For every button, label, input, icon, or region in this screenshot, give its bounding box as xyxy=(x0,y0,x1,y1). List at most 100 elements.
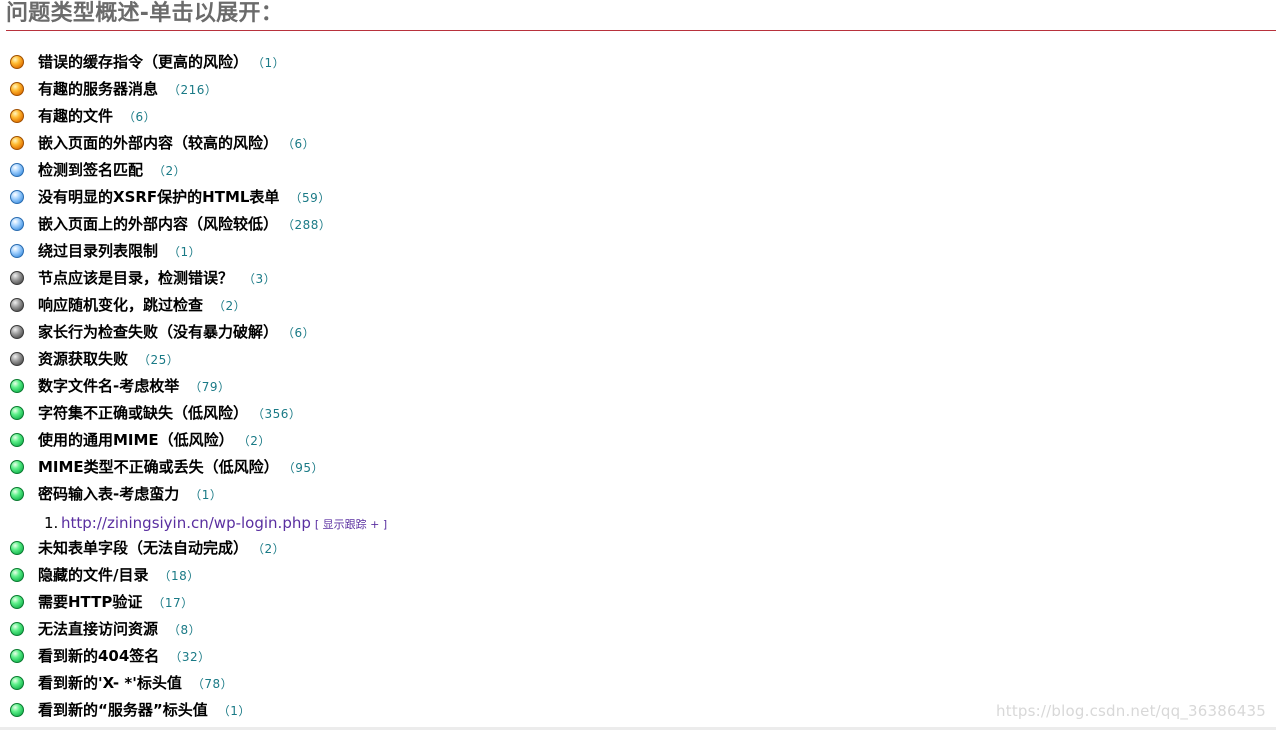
issue-row[interactable]: 错误的缓存指令（更高的风险） （1） xyxy=(0,50,1276,77)
issue-count: （25） xyxy=(138,353,180,367)
issue-count: （2） xyxy=(243,434,271,448)
issue-label[interactable]: 嵌入页面的外部内容（较高的风险） （6） xyxy=(38,133,315,154)
issue-row[interactable]: 数字文件名-考虑枚举 （79） xyxy=(0,374,1276,401)
issue-label[interactable]: 看到新的“服务器”标头值 （1） xyxy=(38,700,251,721)
issue-label[interactable]: 有趣的文件 （6） xyxy=(38,106,156,127)
severity-dot-icon xyxy=(10,163,24,177)
issue-label[interactable]: 响应随机变化，跳过检查 （2） xyxy=(38,295,246,316)
issue-count: （1） xyxy=(189,488,223,502)
issue-label[interactable]: 没有明显的XSRF保护的HTML表单 （59） xyxy=(38,187,331,208)
issue-row[interactable]: 响应随机变化，跳过检查 （2） xyxy=(0,293,1276,320)
issue-row[interactable]: 隐藏的文件/目录 （18） xyxy=(0,563,1276,590)
issue-label[interactable]: 字符集不正确或缺失（低风险） （356） xyxy=(38,403,301,424)
issue-count: （288） xyxy=(288,218,332,232)
issue-count: （95） xyxy=(288,461,324,475)
expanded-issue-detail: 1. http://ziningsiyin.cn/wp-login.php[ 显… xyxy=(0,509,1276,536)
severity-dot-icon xyxy=(10,82,24,96)
issue-label[interactable]: 检测到签名匹配 （2） xyxy=(38,160,186,181)
issue-label[interactable]: 看到新的404签名 （32） xyxy=(38,646,211,667)
issue-row[interactable]: 无法直接访问资源 （8） xyxy=(0,617,1276,644)
issue-label[interactable]: MIME类型不正确或丢失（低风险） （95） xyxy=(38,457,324,478)
section-header: 问题类型概述-单击以展开： xyxy=(6,0,1276,31)
issue-row[interactable]: 资源获取失败 （25） xyxy=(0,347,1276,374)
issue-row[interactable]: 嵌入页面的外部内容（较高的风险） （6） xyxy=(0,131,1276,158)
severity-dot-icon xyxy=(10,676,24,690)
issue-count: （216） xyxy=(168,83,218,97)
severity-dot-icon xyxy=(10,109,24,123)
issue-row[interactable]: 检测到签名匹配 （2） xyxy=(0,158,1276,185)
issue-count: （6） xyxy=(288,137,316,151)
issue-count: （356） xyxy=(258,407,302,421)
severity-dot-icon xyxy=(10,541,24,555)
issue-row[interactable]: MIME类型不正确或丢失（低风险） （95） xyxy=(0,455,1276,482)
severity-dot-icon xyxy=(10,460,24,474)
issue-count: （1） xyxy=(217,704,251,718)
issue-row[interactable]: 家长行为检查失败（没有暴力破解） （6） xyxy=(0,320,1276,347)
issue-count: （2） xyxy=(153,164,187,178)
severity-dot-icon xyxy=(10,136,24,150)
issue-row[interactable]: 嵌入页面上的外部内容（风险较低） （288） xyxy=(0,212,1276,239)
issue-count: （17） xyxy=(152,596,194,610)
issue-count: （79） xyxy=(189,380,231,394)
issue-row[interactable]: 需要HTTP验证 （17） xyxy=(0,590,1276,617)
issue-row[interactable]: 节点应该是目录，检测错误？ （3） xyxy=(0,266,1276,293)
issue-count: （8） xyxy=(168,623,202,637)
severity-dot-icon xyxy=(10,595,24,609)
issue-count: （2） xyxy=(258,542,286,556)
issue-label[interactable]: 家长行为检查失败（没有暴力破解） （6） xyxy=(38,322,315,343)
severity-dot-icon xyxy=(10,244,24,258)
severity-dot-icon xyxy=(10,325,24,339)
issue-label[interactable]: 需要HTTP验证 （17） xyxy=(38,592,194,613)
issue-row[interactable]: 未知表单字段（无法自动完成） （2） xyxy=(0,536,1276,563)
severity-dot-icon xyxy=(10,55,24,69)
watermark-text: https://blog.csdn.net/qq_36386435 xyxy=(996,702,1266,720)
issue-label[interactable]: 未知表单字段（无法自动完成） （2） xyxy=(38,538,285,559)
issue-count: （3） xyxy=(243,272,277,286)
detail-url-link[interactable]: http://ziningsiyin.cn/wp-login.php[ 显示跟踪… xyxy=(61,513,387,535)
severity-dot-icon xyxy=(10,217,24,231)
issue-label[interactable]: 密码输入表-考虑蛮力 （1） xyxy=(38,484,222,505)
issue-row[interactable]: 看到新的404签名 （32） xyxy=(0,644,1276,671)
severity-dot-icon xyxy=(10,622,24,636)
issue-label[interactable]: 有趣的服务器消息 （216） xyxy=(38,79,217,100)
severity-dot-icon xyxy=(10,352,24,366)
severity-dot-icon xyxy=(10,568,24,582)
issue-label[interactable]: 资源获取失败 （25） xyxy=(38,349,179,370)
severity-dot-icon xyxy=(10,487,24,501)
issue-row[interactable]: 绕过目录列表限制 （1） xyxy=(0,239,1276,266)
page-title: 问题类型概述-单击以展开： xyxy=(6,1,284,26)
severity-dot-icon xyxy=(10,433,24,447)
issue-count: （1） xyxy=(168,245,202,259)
severity-dot-icon xyxy=(10,271,24,285)
issue-row[interactable]: 密码输入表-考虑蛮力 （1） xyxy=(0,482,1276,509)
issue-label[interactable]: 节点应该是目录，检测错误？ （3） xyxy=(38,268,276,289)
issue-label[interactable]: 无法直接访问资源 （8） xyxy=(38,619,201,640)
issue-label[interactable]: 绕过目录列表限制 （1） xyxy=(38,241,201,262)
issue-row[interactable]: 使用的通用MIME（低风险） （2） xyxy=(0,428,1276,455)
show-trace-link[interactable]: [ 显示跟踪 + ] xyxy=(315,518,387,531)
detail-number: 1. xyxy=(44,514,59,532)
issue-label[interactable]: 数字文件名-考虑枚举 （79） xyxy=(38,376,231,397)
issue-label[interactable]: 看到新的'X- *'标头值 （78） xyxy=(38,673,233,694)
severity-dot-icon xyxy=(10,406,24,420)
severity-dot-icon xyxy=(10,190,24,204)
issue-count: （6） xyxy=(288,326,316,340)
issue-row[interactable]: 没有明显的XSRF保护的HTML表单 （59） xyxy=(0,185,1276,212)
issue-row[interactable]: 字符集不正确或缺失（低风险） （356） xyxy=(0,401,1276,428)
issue-count: （18） xyxy=(158,569,200,583)
issue-row[interactable]: 有趣的文件 （6） xyxy=(0,104,1276,131)
severity-dot-icon xyxy=(10,649,24,663)
severity-dot-icon xyxy=(10,298,24,312)
issue-row[interactable]: 有趣的服务器消息 （216） xyxy=(0,77,1276,104)
issue-label[interactable]: 嵌入页面上的外部内容（风险较低） （288） xyxy=(38,214,331,235)
issue-row[interactable]: 看到新的'X- *'标头值 （78） xyxy=(0,671,1276,698)
issue-type-list: 错误的缓存指令（更高的风险） （1） 有趣的服务器消息 （216） 有趣的文件 （6）… xyxy=(0,50,1276,725)
issue-count: （2） xyxy=(213,299,247,313)
severity-dot-icon xyxy=(10,703,24,717)
issue-label[interactable]: 使用的通用MIME（低风险） （2） xyxy=(38,430,271,451)
issue-count: （59） xyxy=(289,191,331,205)
severity-dot-icon xyxy=(10,379,24,393)
issue-label[interactable]: 隐藏的文件/目录 （18） xyxy=(38,565,200,586)
issue-count: （78） xyxy=(191,677,234,691)
issue-label[interactable]: 错误的缓存指令（更高的风险） （1） xyxy=(38,52,285,73)
